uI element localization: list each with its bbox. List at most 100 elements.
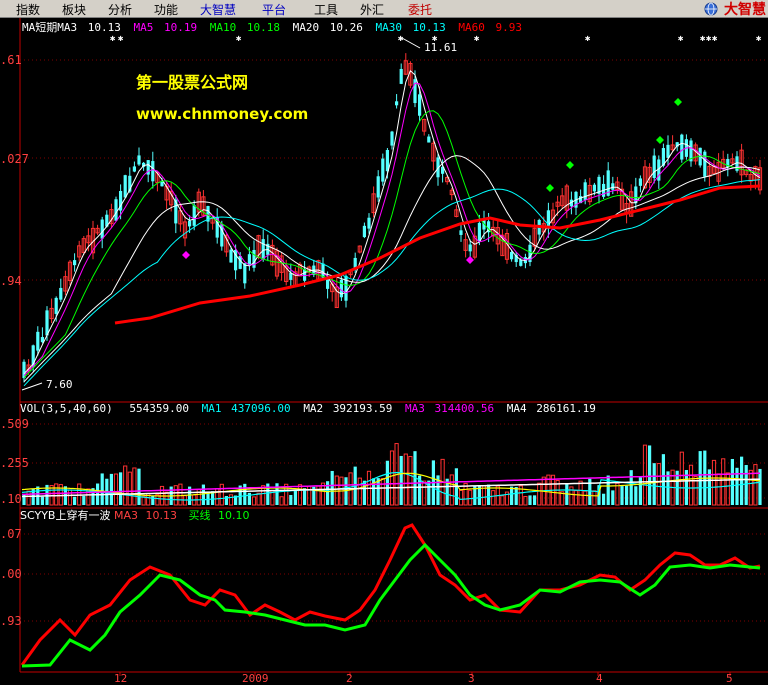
volume-bar-down (652, 463, 656, 505)
candle-down (381, 158, 385, 182)
brand-name: 大智慧 (724, 1, 766, 18)
volume-bar-down (201, 484, 205, 505)
volume-bar-up (297, 484, 303, 506)
menu-item-trade[interactable]: 委托 (408, 1, 432, 18)
volume-bar-up (656, 463, 661, 506)
volume-bar-up (449, 474, 454, 506)
volume-bar-down (326, 481, 330, 505)
legend-ma10-value: 10.18 (247, 21, 280, 34)
x-axis-label-dec: 12 (114, 672, 127, 685)
volume-bar-up (113, 473, 119, 506)
indicator-axis-label-mid: .00 (0, 567, 22, 581)
x-axis-label-mar: 3 (468, 672, 475, 685)
volume-bar-down (151, 495, 155, 505)
candle-down (243, 263, 247, 284)
indicator-buy-value: 10.10 (218, 509, 250, 522)
volume-axis-label-high: .509 (0, 417, 29, 431)
signal-marker: ✱ (712, 34, 718, 44)
stock-chart[interactable]: ✱ ✱ ✱ ✱ ✱ ✱ ✱ ✱ ✱ ✱ ✱ ✱ MA短期MA3 10.13 MA5 10.19 MA1… (0, 18, 768, 685)
volume-bar-down (293, 489, 297, 505)
ma10-line (23, 110, 761, 379)
volume-bar-up (357, 477, 362, 506)
high-price-label: 11.61 (424, 41, 457, 54)
candle-down (395, 101, 399, 106)
volume-legend: VOL(3,5,40,60) 554359.00 MA1 437096.00 M… (20, 402, 596, 415)
menu-item-analysis[interactable]: 分析 (108, 1, 132, 18)
volume-bar-up (711, 459, 717, 506)
candle-down (611, 183, 615, 190)
brand-logo: 大智慧 (702, 0, 766, 18)
buy-signal-marker (674, 98, 682, 106)
volume-bar-up (228, 494, 234, 506)
signal-marker: ✱ (678, 34, 684, 44)
menu-item-function[interactable]: 功能 (154, 1, 178, 18)
menu-item-tools[interactable]: 工具 (314, 1, 338, 18)
vol-ma4-label: MA4 (507, 402, 527, 415)
indicator-panel[interactable] (20, 523, 761, 668)
low-price-label: 7.60 (46, 378, 73, 391)
candle-down (54, 297, 58, 314)
volume-axis-label-mid: .255 (0, 456, 29, 470)
price-panel[interactable]: ✱ ✱ ✱ ✱ ✱ ✱ ✱ ✱ ✱ ✱ ✱ ✱ (22, 34, 763, 387)
buy-signal-marker (656, 136, 664, 144)
volume-bar-down (330, 470, 334, 505)
legend-ma3-label: MA短期MA3 (22, 20, 77, 34)
candle-down (592, 184, 596, 192)
candle-down (390, 131, 394, 146)
volume-bar-up (753, 464, 758, 506)
volume-bar-up (500, 495, 505, 506)
volume-bar-down (399, 455, 403, 505)
vol-ma4-value: 286161.19 (536, 402, 596, 415)
candle-down (36, 331, 40, 351)
indicator-buy-line (21, 542, 761, 668)
legend-ma5-label: MA5 (134, 21, 154, 34)
volume-bar-up (164, 491, 169, 506)
candle-down (353, 257, 357, 268)
volume-bar-up (468, 489, 473, 506)
volume-axis-label-low: .10 (0, 492, 22, 506)
signal-marker: ✱ (110, 34, 116, 44)
menu-item-dazhihui[interactable]: 大智慧 (200, 1, 236, 18)
volume-panel[interactable] (21, 443, 762, 506)
menu-item-sector[interactable]: 板块 (62, 1, 86, 18)
volume-bar-down (661, 454, 665, 505)
candle-down (459, 230, 463, 235)
menu-item-forex[interactable]: 外汇 (360, 1, 384, 18)
menu-item-index[interactable]: 指数 (16, 1, 40, 18)
volume-bar-down (533, 495, 537, 505)
legend: MA短期MA3 10.13 MA5 10.19 MA10 10.18 MA20 … (22, 20, 522, 34)
volume-bar-up (408, 456, 413, 506)
candle-down (638, 178, 642, 186)
menu-item-platform[interactable]: 平台 (262, 1, 286, 18)
vol-ma1-value: 437096.00 (231, 402, 291, 415)
volume-bar-up (523, 495, 528, 506)
legend-ma30-label: MA30 (376, 21, 403, 34)
price-axis-label-mid: .027 (0, 152, 29, 166)
legend-ma10-label: MA10 (210, 21, 237, 34)
candle-down (367, 217, 371, 229)
signal-marker: ✱ (756, 34, 762, 44)
candle-down (100, 219, 104, 239)
volume-bar-up (583, 490, 588, 506)
indicator-axis-label-high: .07 (0, 527, 22, 541)
ma5-line (23, 82, 761, 377)
volume-bar-up (491, 490, 496, 506)
candle-down (703, 151, 707, 177)
candle-down (123, 175, 127, 198)
vol-ma1-label: MA1 (202, 402, 222, 415)
volume-bar-down (744, 465, 748, 505)
volume-bar-down (758, 468, 762, 505)
vol-value: 554359.00 (129, 402, 189, 415)
price-axis-label-high: .61 (0, 53, 22, 67)
candle-down (137, 155, 141, 165)
sell-signal-marker (182, 251, 190, 259)
candle-down (151, 161, 155, 182)
signal-marker: ✱ (118, 34, 124, 44)
signal-marker: ✱ (474, 34, 480, 44)
candle-down (510, 251, 514, 260)
volume-bar-down (40, 496, 44, 505)
candle-down (261, 239, 265, 260)
ma3-line (23, 69, 761, 375)
volume-bar-down (620, 486, 624, 505)
candle-down (73, 260, 77, 266)
